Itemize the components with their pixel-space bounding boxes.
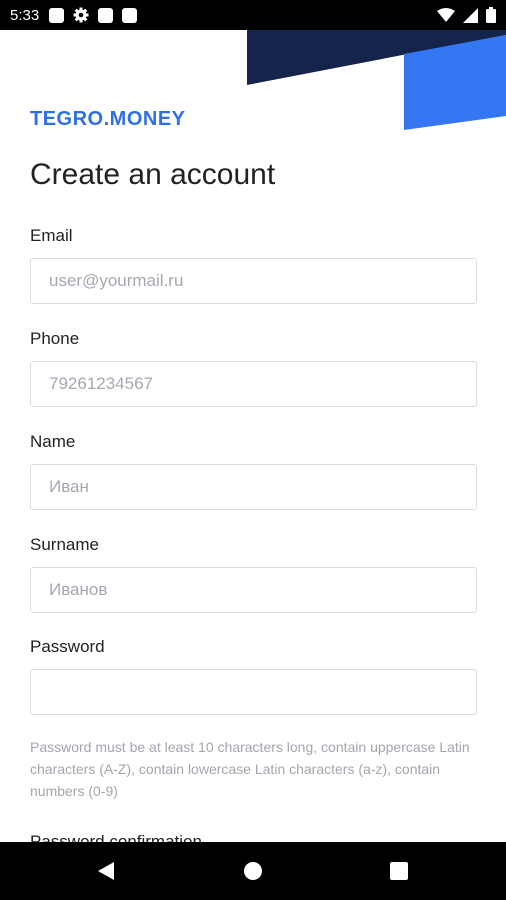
brand-logo: TEGRO.MONEY (30, 108, 186, 130)
phone-label: Phone (30, 329, 80, 348)
email-label: Email (30, 226, 73, 245)
gear-icon (73, 7, 89, 23)
status-system-icons (437, 7, 496, 23)
notification-square-icon (98, 7, 114, 23)
wifi-icon (437, 7, 455, 22)
notification-square-icon (49, 7, 65, 23)
status-notification-icons (49, 7, 138, 23)
password-field[interactable] (30, 669, 477, 715)
home-icon (244, 862, 262, 880)
back-icon (98, 862, 114, 880)
home-button[interactable] (223, 842, 283, 900)
password-requirements-hint: Password must be at least 10 characters … (30, 739, 470, 799)
notification-square-icon (122, 7, 138, 23)
battery-icon (486, 7, 496, 23)
back-button[interactable] (76, 842, 136, 900)
phone-field[interactable] (30, 361, 477, 407)
name-field[interactable] (30, 464, 477, 510)
status-time: 5:33 (10, 6, 40, 24)
surname-field[interactable] (30, 567, 477, 613)
password-label: Password (30, 637, 105, 656)
email-field[interactable] (30, 258, 477, 304)
signal-icon (463, 7, 478, 23)
name-label: Name (30, 432, 76, 451)
signup-screen[interactable]: TEGRO.MONEY Create an account Email Phon… (0, 30, 506, 842)
navigation-bar (0, 842, 506, 900)
surname-label: Surname (30, 535, 99, 554)
status-bar: 5:33 (0, 0, 506, 30)
page-title: Create an account (30, 158, 276, 191)
recents-icon (390, 862, 408, 880)
recents-button[interactable] (369, 842, 429, 900)
password-confirmation-label: Password confirmation (30, 832, 202, 842)
